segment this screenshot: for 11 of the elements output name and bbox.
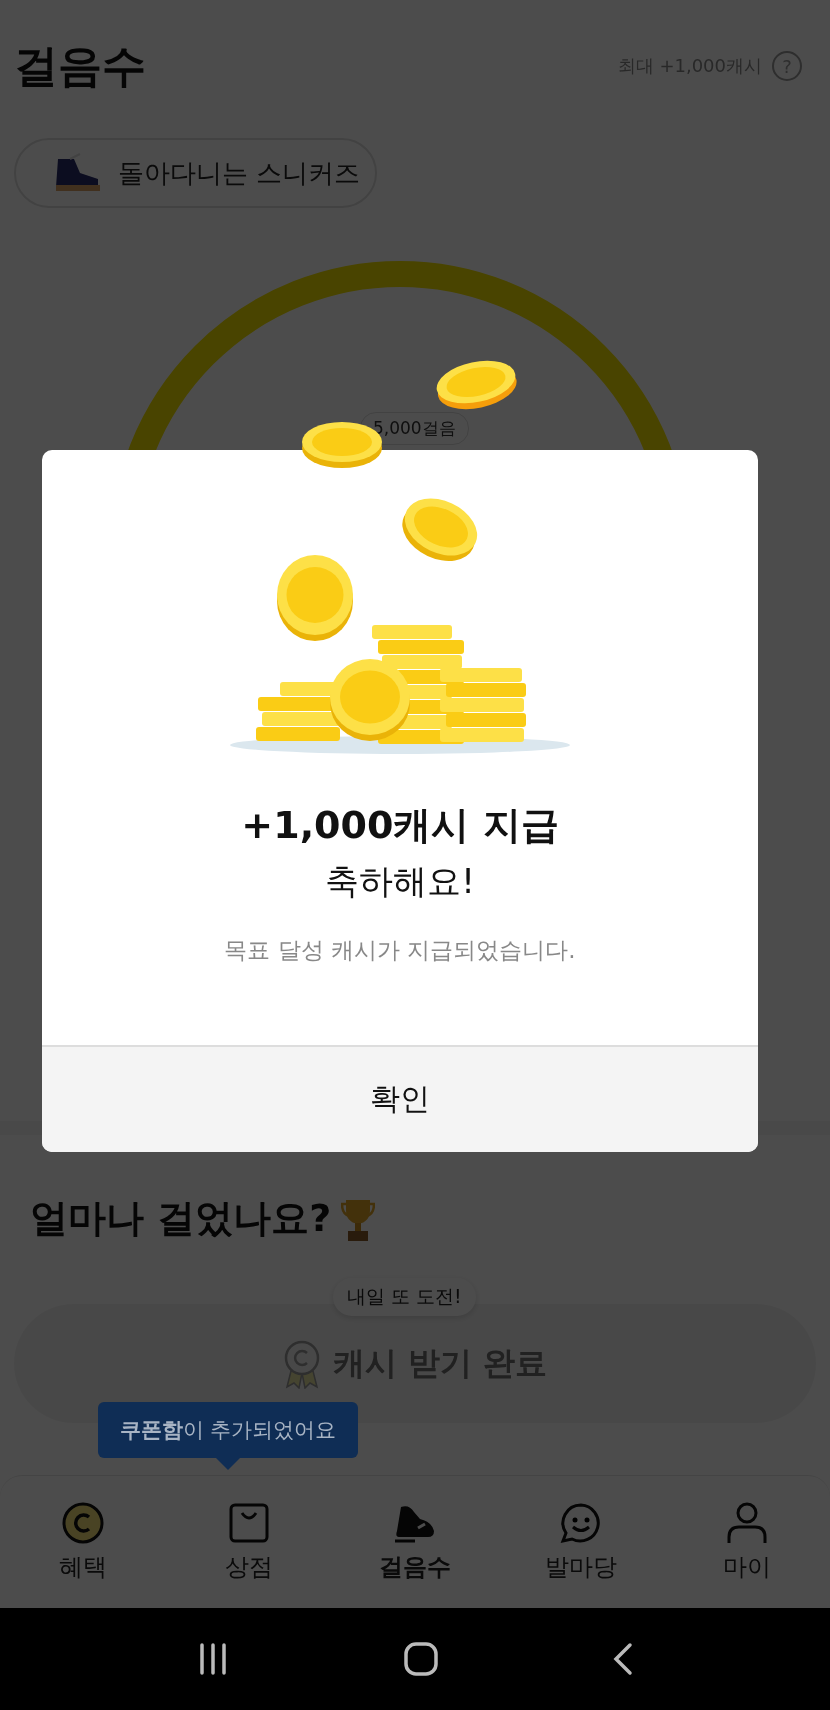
back-icon[interactable] (611, 1642, 634, 1676)
dialog-heading: 축하해요! (325, 860, 475, 903)
confirm-button[interactable]: 확인 (42, 1045, 758, 1152)
page-title: 걸음수 (14, 38, 146, 93)
home-icon[interactable] (403, 1641, 439, 1677)
badge-label: 돌아다니는 스니커즈 (118, 156, 361, 190)
section-title: 얼마나 걸었나요? (30, 1195, 332, 1242)
toast-pointer (216, 1458, 240, 1470)
coupon-toast: 쿠폰함이 추가되었어요 (98, 1402, 358, 1458)
dialog-message: 목표 달성 캐시가 지급되었습니다. (224, 936, 576, 965)
dialog-title: +1,000캐시 지급 (241, 802, 559, 849)
